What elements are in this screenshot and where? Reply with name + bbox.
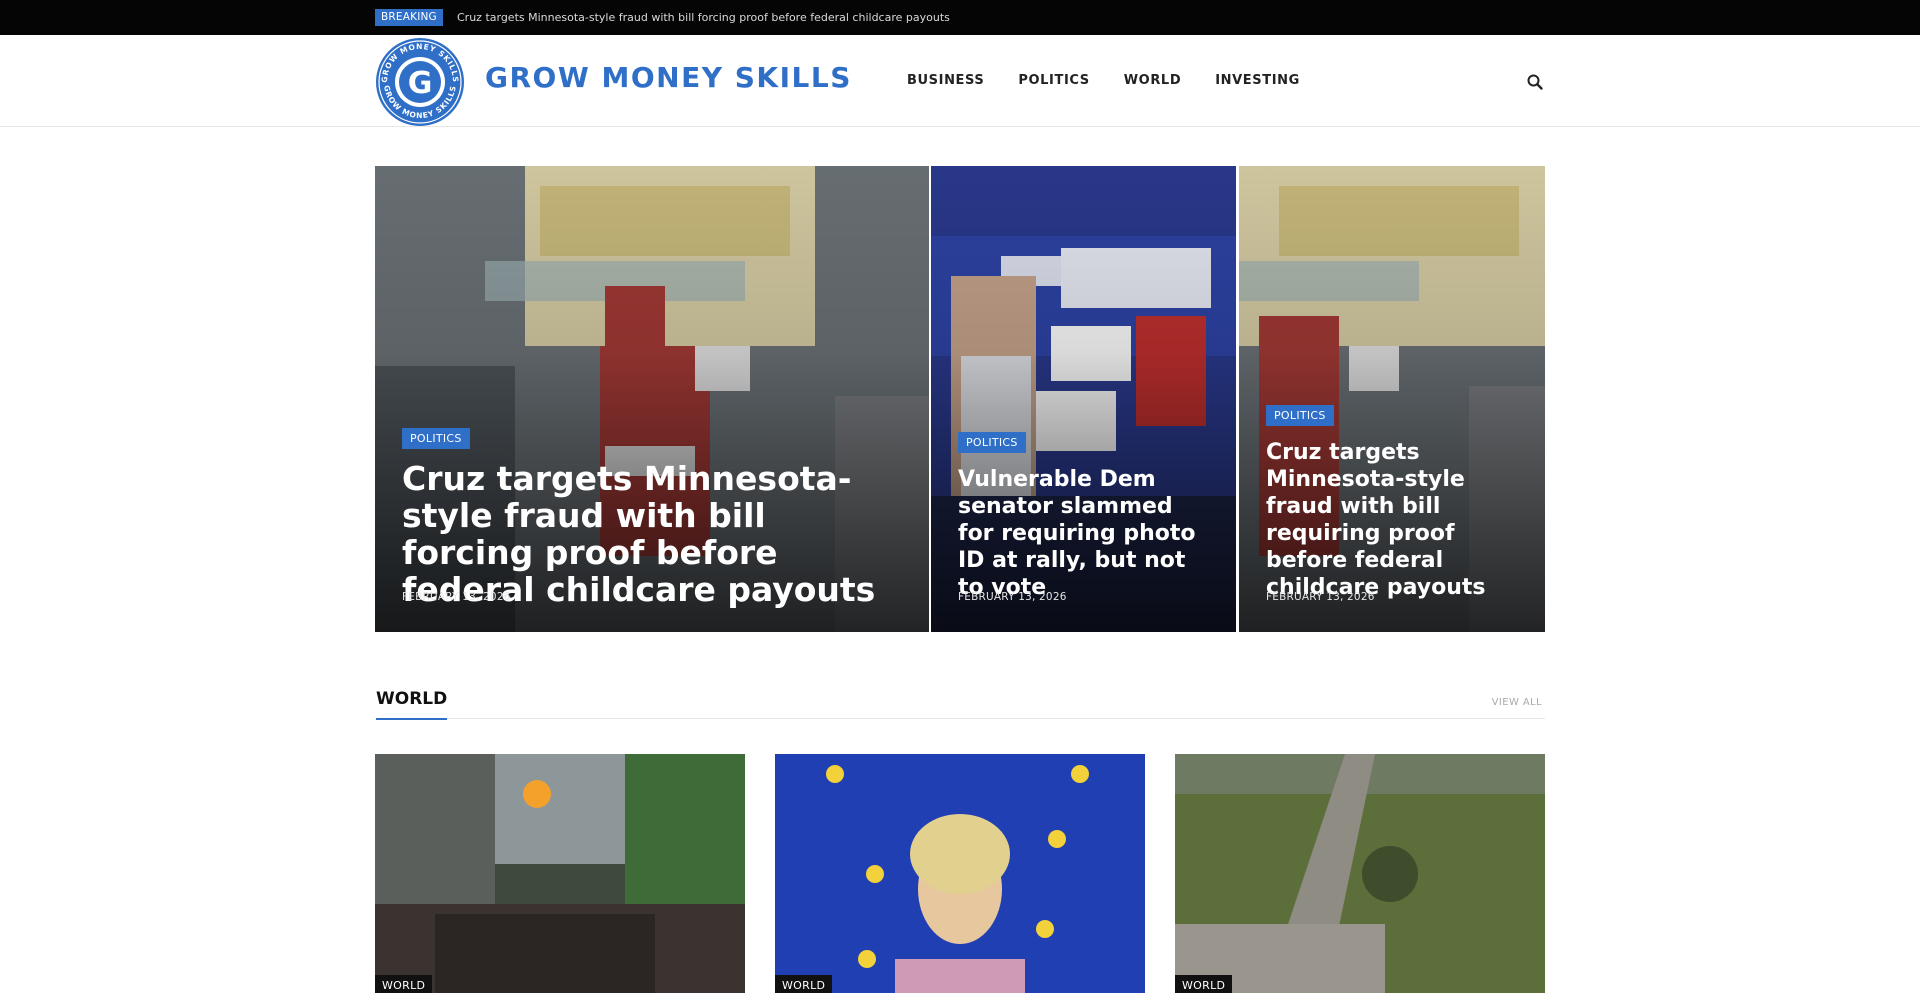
world-section-header: WORLD VIEW ALL [375, 683, 1545, 720]
nav-politics[interactable]: POLITICS [1018, 73, 1089, 88]
site-header: GROW MONEY SKILLS GROW MONEY SKILLS G GR… [0, 35, 1920, 127]
world-article-card[interactable]: WORLD [775, 754, 1145, 993]
search-icon[interactable] [1526, 73, 1544, 91]
main-nav: BUSINESS POLITICS WORLD INVESTING [907, 73, 1334, 88]
article-date: FEBRUARY 13, 2026 [958, 591, 1067, 603]
world-image-eu-speaker [775, 754, 1145, 993]
world-article-card[interactable]: WORLD [375, 754, 745, 993]
hero-title[interactable]: Cruz targets Minnesota-style fraud with … [402, 460, 905, 608]
hero-title[interactable]: Cruz targets Minnesota-style fraud with … [1266, 439, 1521, 601]
article-date: FEBRUARY 13, 2026 [1266, 591, 1375, 603]
logo-letter: G [408, 66, 433, 101]
nav-world[interactable]: WORLD [1124, 73, 1181, 88]
nav-investing[interactable]: INVESTING [1215, 73, 1300, 88]
breaking-headline-link[interactable]: Cruz targets Minnesota-style fraud with … [457, 11, 950, 24]
world-image-fallen-tree [1175, 754, 1545, 993]
hero-article-card[interactable]: POLITICS Cruz targets Minnesota-style fr… [1239, 166, 1545, 632]
breaking-bar: BREAKING Cruz targets Minnesota-style fr… [0, 0, 1920, 35]
breaking-badge: BREAKING [375, 9, 443, 26]
site-logo-icon[interactable]: GROW MONEY SKILLS GROW MONEY SKILLS G [375, 37, 465, 127]
category-badge[interactable]: POLITICS [1266, 405, 1334, 426]
world-article-card[interactable]: WORLD [1175, 754, 1545, 993]
category-badge[interactable]: WORLD [775, 975, 833, 993]
nav-business[interactable]: BUSINESS [907, 73, 984, 88]
category-badge[interactable]: WORLD [375, 975, 433, 993]
category-badge[interactable]: POLITICS [402, 428, 470, 449]
site-logo-text[interactable]: GROW MONEY SKILLS [485, 61, 852, 94]
hero-article-card[interactable]: POLITICS Vulnerable Dem senator slammed … [931, 166, 1236, 632]
section-title[interactable]: WORLD [376, 689, 448, 720]
category-badge[interactable]: WORLD [1175, 975, 1233, 993]
world-image-protest [375, 754, 745, 993]
hero-article-card[interactable]: POLITICS Cruz targets Minnesota-style fr… [375, 166, 929, 632]
article-date: FEBRUARY 13, 2026 [402, 591, 511, 603]
hero-title[interactable]: Vulnerable Dem senator slammed for requi… [958, 466, 1212, 601]
category-badge[interactable]: POLITICS [958, 432, 1026, 453]
view-all-link[interactable]: VIEW ALL [1492, 697, 1542, 708]
